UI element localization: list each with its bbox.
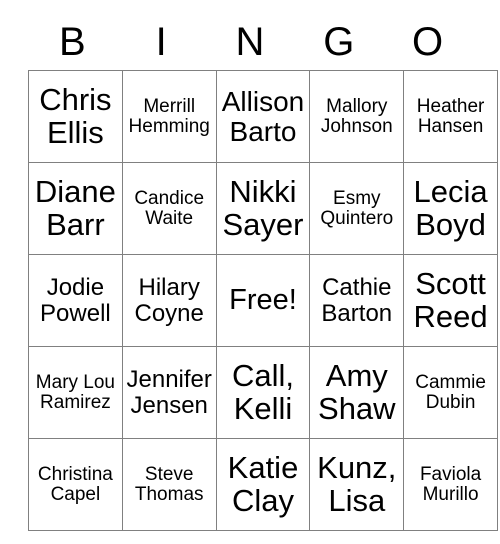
bingo-header-letter-o: O — [412, 20, 444, 64]
bingo-header-letter-g: G — [323, 20, 355, 64]
bingo-cell[interactable]: Cathie Barton — [309, 254, 405, 347]
bingo-cell-label: Faviola Murillo — [419, 463, 482, 505]
bingo-cell[interactable]: Diane Barr — [28, 162, 123, 255]
bingo-cell[interactable]: Candice Waite — [121, 162, 217, 255]
bingo-cell[interactable]: Mary Lou Ramirez — [28, 346, 123, 439]
bingo-cell[interactable]: Mallory Johnson — [309, 70, 405, 163]
bingo-cell-label: Cathie Barton — [321, 274, 393, 327]
bingo-cell[interactable]: Cammie Dubin — [403, 346, 498, 439]
bingo-cell-label: Chris Ellis — [39, 81, 112, 150]
bingo-header-letter-n: N — [235, 20, 265, 64]
bingo-header-letter-i: I — [155, 20, 167, 64]
bingo-cell[interactable]: Christina Capel — [28, 438, 123, 531]
bingo-cell-label: Merrill Hemming — [128, 95, 210, 137]
bingo-cell-label: Christina Capel — [37, 463, 113, 505]
bingo-cell-label: Esmy Quintero — [320, 187, 394, 229]
bingo-cell-label: Steve Thomas — [134, 463, 204, 505]
bingo-cell[interactable]: Hilary Coyne — [121, 254, 217, 347]
bingo-cell-label: Cammie Dubin — [415, 371, 486, 413]
bingo-card: B I N G O Chris Ellis Merrill Hemming Alli… — [28, 14, 498, 531]
bingo-row: Chris Ellis Merrill Hemming Allison Barto M… — [28, 70, 498, 163]
bingo-row: Jodie Powell Hilary Coyne Free! Cathie Bart… — [28, 254, 498, 347]
bingo-header-row: B I N G O — [28, 14, 472, 70]
bingo-cell[interactable]: Scott Reed — [403, 254, 498, 347]
bingo-cell-label: Katie Clay — [227, 449, 299, 518]
bingo-cell[interactable]: Steve Thomas — [121, 438, 217, 531]
bingo-cell-label: Mallory Johnson — [320, 95, 393, 137]
bingo-row: Mary Lou Ramirez Jennifer Jensen Call, Kel… — [28, 346, 498, 439]
bingo-cell-label: Kunz, Lisa — [317, 449, 397, 518]
bingo-cell-label: Allison Barto — [221, 86, 305, 147]
bingo-cell-label: Hilary Coyne — [134, 274, 204, 327]
bingo-cell-label: Diane Barr — [34, 173, 116, 242]
bingo-cell-label: Free! — [229, 284, 297, 317]
bingo-cell[interactable]: Chris Ellis — [28, 70, 123, 163]
bingo-cell-label: Amy Shaw — [318, 357, 396, 426]
bingo-free-space[interactable]: Free! — [215, 254, 311, 347]
bingo-cell-label: Lecia Boyd — [413, 173, 488, 242]
bingo-cell-label: Nikki Sayer — [222, 173, 304, 242]
bingo-cell[interactable]: Call, Kelli — [215, 346, 311, 439]
bingo-row: Diane Barr Candice Waite Nikki Sayer Esmy Q… — [28, 162, 498, 255]
bingo-cell-label: Jodie Powell — [40, 274, 111, 327]
bingo-cell[interactable]: Lecia Boyd — [403, 162, 498, 255]
bingo-cell[interactable]: Faviola Murillo — [403, 438, 498, 531]
bingo-cell-label: Candice Waite — [134, 187, 205, 229]
bingo-grid: Chris Ellis Merrill Hemming Allison Barto M… — [28, 70, 498, 531]
bingo-cell[interactable]: Jodie Powell — [28, 254, 123, 347]
bingo-cell-label: Jennifer Jensen — [126, 366, 212, 419]
bingo-cell-label: Heather Hansen — [416, 95, 485, 137]
bingo-cell[interactable]: Allison Barto — [215, 70, 311, 163]
bingo-header-letter-b: B — [59, 20, 86, 64]
bingo-cell[interactable]: Heather Hansen — [403, 70, 498, 163]
bingo-cell[interactable]: Nikki Sayer — [215, 162, 311, 255]
bingo-cell-label: Call, Kelli — [231, 357, 294, 426]
bingo-cell[interactable]: Esmy Quintero — [309, 162, 405, 255]
bingo-cell[interactable]: Kunz, Lisa — [309, 438, 405, 531]
bingo-cell-label: Scott Reed — [413, 265, 488, 334]
bingo-cell-label: Mary Lou Ramirez — [35, 371, 115, 413]
bingo-row: Christina Capel Steve Thomas Katie Clay Kun… — [28, 438, 498, 531]
bingo-cell[interactable]: Katie Clay — [215, 438, 311, 531]
bingo-cell[interactable]: Amy Shaw — [309, 346, 405, 439]
bingo-cell[interactable]: Merrill Hemming — [121, 70, 217, 163]
bingo-cell[interactable]: Jennifer Jensen — [121, 346, 217, 439]
